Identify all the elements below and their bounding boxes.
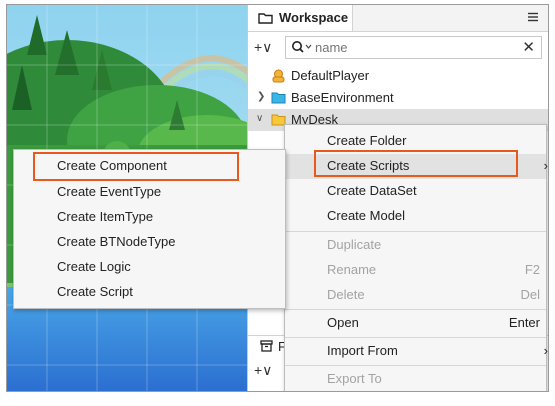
menu-item-label: Create ItemType [57,209,154,224]
menu-item-label: Duplicate [327,237,382,252]
app-window: Workspace +∨ ✕ DefaultPlayer ❯ [6,4,549,392]
chevron-right-icon: › [543,158,548,173]
menu-item-label: Delete [327,287,365,302]
menu-item-label: Export To [327,371,382,386]
chevron-right-icon: › [543,343,548,358]
secondary-add-dropdown-button[interactable]: +∨ [254,362,272,379]
tab-workspace-label: Workspace [279,10,349,25]
menu-item-label: Open [327,315,359,330]
menu-item-label: Create Logic [57,259,131,274]
menu-item-label: Create Folder [327,133,407,148]
box-icon[interactable] [260,340,273,355]
highlight-create-component [33,152,239,181]
menu-item-label: Rename [327,262,377,277]
player-icon [271,69,286,86]
menu-item-open[interactable]: Open Enter [285,311,546,336]
clear-search-icon[interactable]: ✕ [522,38,535,56]
menu-separator [285,337,546,338]
chevron-down-icon[interactable]: ∨ [256,113,263,124]
menu-item-label: Import From [327,343,398,358]
submenu-item-create-logic[interactable]: Create Logic [14,255,285,280]
menu-item-create-dataset[interactable]: Create DataSet [285,179,546,204]
workspace-toolbar: +∨ ✕ [248,32,548,62]
menu-item-label: Create BTNodeType [57,234,176,249]
menu-separator [285,365,546,366]
hamburger-icon[interactable] [527,11,539,26]
tree-item-label: BaseEnvironment [291,90,394,105]
menu-item-label: Create EventType [57,184,162,199]
menu-item-rename[interactable]: Rename F2 [285,258,546,283]
menu-item-shortcut: Enter [508,315,540,330]
tree-item-defaultplayer[interactable]: DefaultPlayer [248,65,548,87]
menu-item-export-to[interactable]: Export To [285,367,546,391]
menu-item-shortcut: Del [520,287,540,302]
menu-separator [285,309,546,310]
menu-item-label: Create Model [327,208,406,223]
folder-icon [258,12,273,27]
add-dropdown-button[interactable]: +∨ [254,39,272,56]
tree-item-label: DefaultPlayer [291,68,370,83]
folder-blue-icon [271,91,286,107]
search-input[interactable] [315,39,510,55]
menu-item-import-from[interactable]: Import From › [285,339,548,364]
submenu-item-create-eventtype[interactable]: Create EventType [14,180,285,205]
search-icon[interactable] [291,40,313,57]
menu-separator [285,231,546,232]
chevron-right-icon[interactable]: ❯ [257,91,265,102]
menu-item-create-model[interactable]: Create Model [285,204,546,229]
menu-item-delete[interactable]: Delete Del [285,283,546,308]
menu-item-duplicate[interactable]: Duplicate [285,233,546,258]
menu-item-shortcut: F2 [524,262,540,277]
menu-item-label: Create Script [57,284,133,299]
highlight-create-scripts [314,150,518,177]
menu-item-label: Create DataSet [327,183,417,198]
submenu-item-create-itemtype[interactable]: Create ItemType [14,205,285,230]
submenu-item-create-btnodetype[interactable]: Create BTNodeType [14,230,285,255]
search-box[interactable]: ✕ [285,36,542,59]
tab-workspace[interactable]: Workspace [248,5,353,31]
tree-item-baseenvironment[interactable]: ❯ BaseEnvironment [248,87,548,109]
submenu-item-create-script[interactable]: Create Script [14,280,285,305]
panel-tab-bar: Workspace [248,5,548,32]
